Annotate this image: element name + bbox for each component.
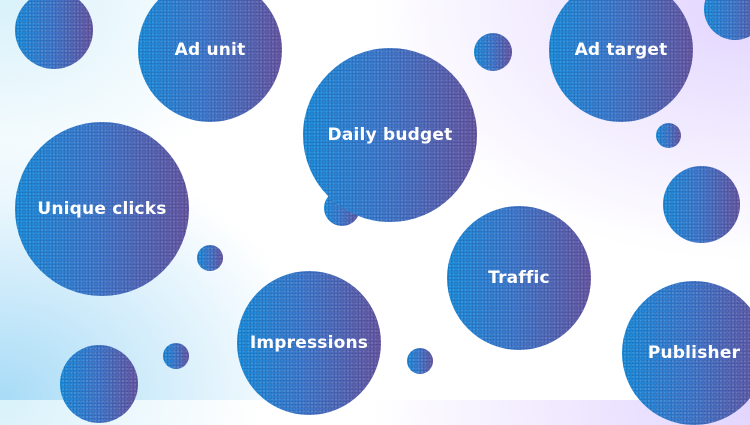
decorative-bubble [656, 123, 681, 148]
decorative-bubble [407, 348, 433, 374]
daily-budget-bubble: Daily budget [303, 48, 477, 222]
ad-target-bubble: Ad target [549, 0, 693, 122]
decorative-bubble [163, 343, 189, 369]
publisher-bubble: Publisher [622, 281, 750, 425]
ad-unit-label: Ad unit [174, 40, 246, 60]
decorative-bubble [474, 33, 512, 71]
decorative-bubble [197, 245, 223, 271]
decorative-bubble [60, 345, 138, 423]
decorative-bubble [15, 0, 93, 69]
decorative-bubble [663, 166, 740, 243]
traffic-bubble: Traffic [447, 206, 591, 350]
bubble-scene: Ad unit Ad target Daily budget Unique cl… [0, 0, 750, 425]
traffic-label: Traffic [488, 268, 550, 288]
daily-budget-label: Daily budget [327, 125, 453, 145]
ad-target-label: Ad target [574, 40, 668, 60]
impressions-bubble: Impressions [237, 271, 381, 415]
unique-clicks-label: Unique clicks [37, 199, 167, 219]
impressions-label: Impressions [249, 333, 369, 353]
ad-unit-bubble: Ad unit [138, 0, 282, 122]
decorative-bubble [704, 0, 750, 40]
unique-clicks-bubble: Unique clicks [15, 122, 189, 296]
publisher-label: Publisher [647, 343, 741, 363]
